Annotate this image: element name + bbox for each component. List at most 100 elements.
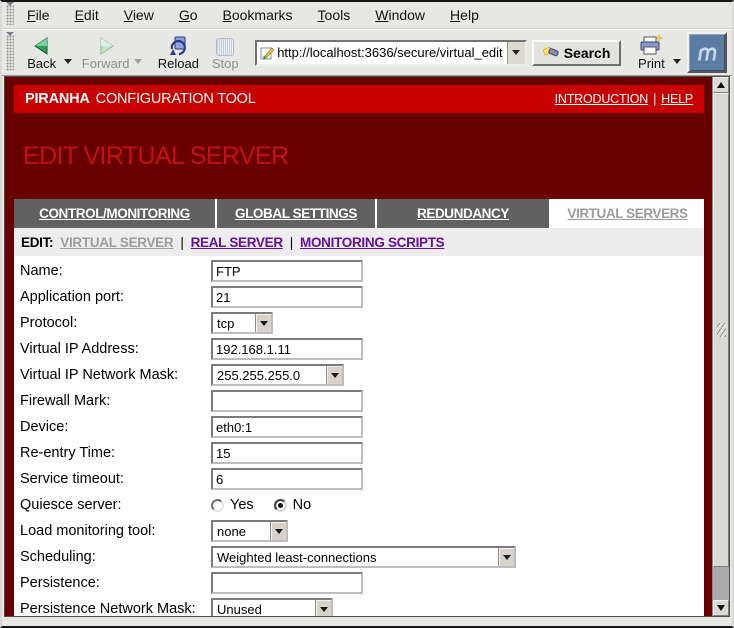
scroll-up-button[interactable] [713, 77, 729, 93]
scrollbar-track[interactable] [713, 93, 729, 600]
print-button[interactable]: Print [629, 31, 673, 75]
menu-bar: File Edit View Go Bookmarks Tools Window Help [2, 2, 732, 29]
dropdown-arrow-icon [498, 548, 514, 566]
quiesce-server-radio-yes[interactable] [211, 499, 224, 512]
back-icon [31, 35, 53, 56]
window-bottom-frame [2, 617, 732, 626]
menu-file[interactable]: File [20, 4, 57, 26]
page-title: EDIT VIRTUAL SERVER [23, 142, 289, 171]
device-input[interactable] [211, 416, 363, 438]
introduction-link[interactable]: INTRODUCTION [555, 92, 648, 106]
quiesce-server-label: Quiesce server: [14, 497, 211, 513]
quiesce-server-radio-label: Yes [230, 497, 254, 513]
service-timeout-input[interactable] [211, 468, 363, 490]
quiesce-server-radio-label: No [293, 497, 312, 513]
tab-redundancy[interactable]: REDUNDANCY [377, 199, 549, 228]
browser-window: File Edit View Go Bookmarks Tools Window Help B… [0, 0, 734, 628]
quiesce-server-radio-no[interactable] [274, 499, 287, 512]
url-input[interactable] [277, 44, 507, 62]
load-monitoring-tool-label: Load monitoring tool: [14, 523, 211, 539]
form-row: Persistence Network Mask: Unused [14, 596, 704, 616]
form-row: Load monitoring tool:none [14, 518, 704, 544]
tab-global-settings[interactable]: GLOBAL SETTINGS [217, 199, 375, 228]
menu-bookmarks[interactable]: Bookmarks [216, 4, 300, 26]
scroll-down-button[interactable] [713, 600, 729, 616]
tab-control-monitoring[interactable]: CONTROL/MONITORING [14, 199, 215, 228]
device-label: Device: [14, 419, 211, 435]
tab-label: VIRTUAL SERVERS [567, 206, 687, 221]
protocol-select[interactable]: tcp [211, 312, 273, 334]
menu-items: File Edit View Go Bookmarks Tools Window Help [20, 4, 497, 26]
form-row: Device: [14, 414, 704, 440]
menu-tools[interactable]: Tools [311, 4, 358, 26]
piranha-banner: PIRANHA CONFIGURATION TOOL INTRODUCTION … [14, 85, 704, 113]
name-input[interactable] [211, 260, 363, 282]
stop-label: Stop [212, 56, 239, 71]
edit-prefix: EDIT: [21, 235, 53, 250]
form-row: Persistence: [14, 570, 704, 596]
virtual-ip-address-label: Virtual IP Address: [14, 341, 211, 357]
persistence-network-mask-selected-value: Unused [217, 602, 315, 617]
load-monitoring-tool-select[interactable]: none [211, 520, 288, 542]
firewall-mark-input[interactable] [211, 390, 363, 412]
tab-label: CONTROL/MONITORING [39, 206, 190, 221]
print-label: Print [638, 56, 665, 71]
toolbar-grippy[interactable] [6, 35, 14, 71]
firewall-mark-label: Firewall Mark: [14, 393, 211, 409]
arrow-up-icon [717, 82, 725, 88]
persistence-input[interactable] [211, 572, 363, 594]
menu-view[interactable]: View [117, 4, 161, 26]
persistence-network-mask-label: Persistence Network Mask: [14, 601, 211, 616]
menu-help[interactable]: Help [443, 4, 486, 26]
virtual-ip-network-mask-select[interactable]: 255.255.255.0 [211, 364, 344, 386]
edit-subnav: EDIT: VIRTUAL SERVER|REAL SERVER|MONITOR… [14, 228, 704, 256]
back-label: Back [27, 56, 56, 71]
menu-edit[interactable]: Edit [68, 4, 106, 26]
forward-dropdown-icon[interactable] [134, 59, 142, 64]
vertical-scrollbar[interactable] [712, 77, 729, 616]
forward-button[interactable]: Forward [78, 31, 134, 75]
dropdown-arrow-icon [315, 600, 331, 616]
form-row: Application port: [14, 284, 704, 310]
menu-go[interactable]: Go [172, 4, 205, 26]
form-row: Protocol:tcp [14, 310, 704, 336]
help-link[interactable]: HELP [661, 92, 693, 106]
form-row: Service timeout: [14, 466, 704, 492]
form-row: Virtual IP Network Mask: 255.255.255.0 [14, 362, 704, 388]
dropdown-arrow-icon [270, 522, 286, 540]
persistence-network-mask-select[interactable]: Unused [211, 598, 333, 616]
form-row: Scheduling:Weighted least-connections [14, 544, 704, 570]
back-dropdown-icon[interactable] [64, 59, 72, 64]
virtual-ip-network-mask-label: Virtual IP Network Mask: [14, 367, 211, 383]
mozilla-logo[interactable] [687, 32, 727, 73]
protocol-selected-value: tcp [217, 316, 255, 331]
name-label: Name: [14, 263, 211, 279]
print-dropdown-icon[interactable] [673, 59, 681, 64]
dropdown-arrow-icon [255, 314, 271, 332]
banner-title: CONFIGURATION TOOL [96, 91, 256, 107]
forward-icon [95, 35, 117, 56]
virtual-ip-address-input[interactable] [211, 338, 363, 360]
reload-button[interactable]: Reload [154, 31, 204, 75]
subnav-real-server[interactable]: REAL SERVER [191, 235, 283, 250]
back-button[interactable]: Back [20, 31, 64, 75]
subnav-monitoring-scripts[interactable]: MONITORING SCRIPTS [300, 235, 444, 250]
tab-virtual-servers[interactable]: VIRTUAL SERVERS [551, 199, 704, 228]
re-entry-time-input[interactable] [211, 442, 363, 464]
flashlight-icon [543, 45, 560, 60]
search-button[interactable]: Search [532, 40, 622, 66]
stop-button[interactable]: Stop [203, 31, 247, 75]
piranha-page: PIRANHA CONFIGURATION TOOL INTRODUCTION … [5, 77, 712, 616]
application-port-input[interactable] [211, 286, 363, 308]
scheduling-select[interactable]: Weighted least-connections [211, 546, 516, 568]
url-dropdown-button[interactable] [507, 42, 525, 64]
bookmark-icon[interactable] [260, 46, 274, 60]
menubar-grippy[interactable] [6, 5, 14, 26]
mozilla-m-icon [692, 39, 722, 67]
url-bar [255, 40, 527, 66]
virtual-ip-network-mask-selected-value: 255.255.255.0 [217, 368, 326, 383]
menu-window[interactable]: Window [368, 4, 432, 26]
form-row: Firewall Mark: [14, 388, 704, 414]
scrollbar-thumb[interactable] [713, 93, 729, 567]
scrollbar-grip-icon [717, 323, 726, 337]
